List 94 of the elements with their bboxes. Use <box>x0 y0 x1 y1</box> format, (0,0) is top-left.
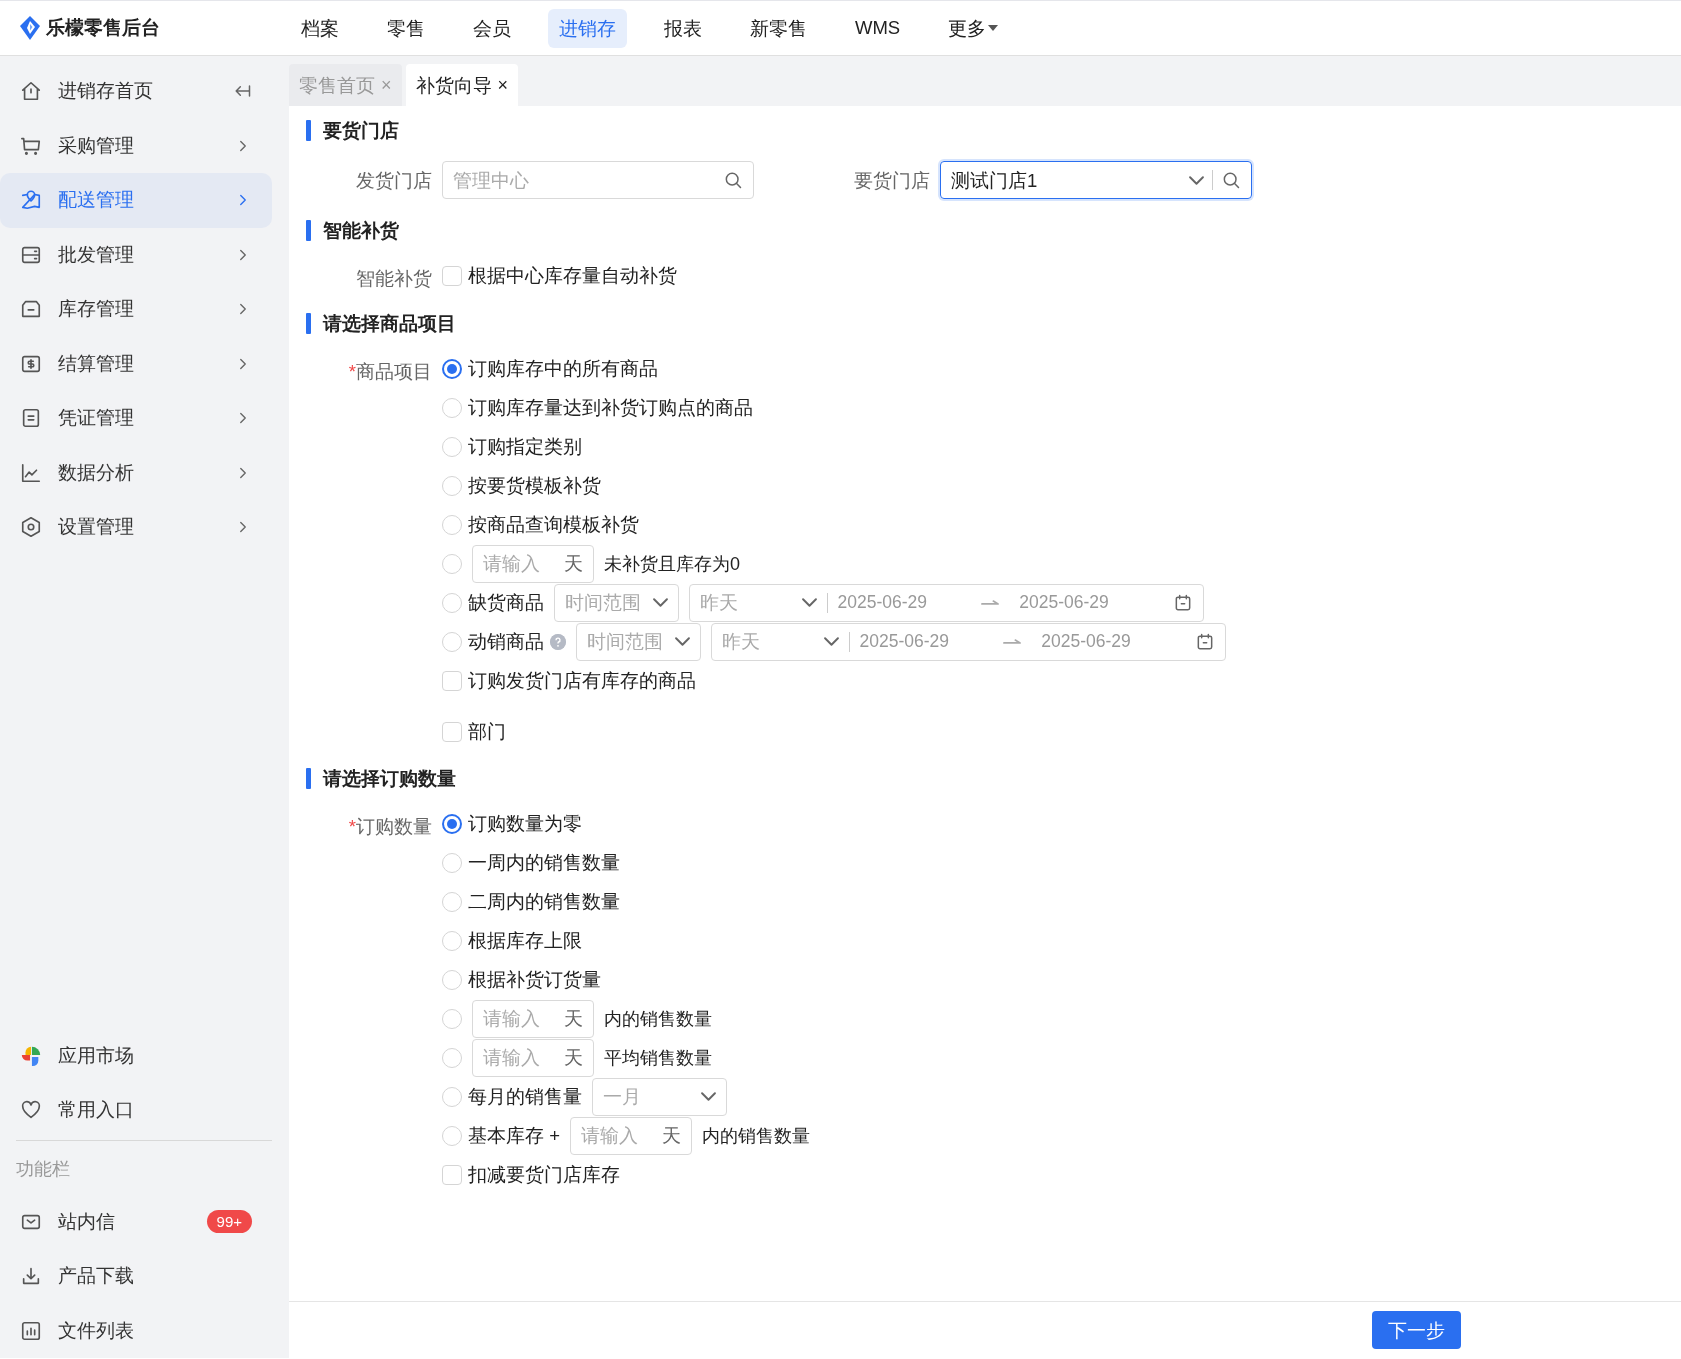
map-pin-icon <box>20 189 42 212</box>
radio-button[interactable] <box>442 358 462 379</box>
chevron-down-icon <box>675 637 690 646</box>
sidebar-item[interactable]: 采购管理 <box>0 118 272 173</box>
option-label: 订购发货门店有库存的商品 <box>468 669 696 693</box>
chevron-down-icon <box>653 598 668 607</box>
nav-tab[interactable]: WMS <box>844 8 912 48</box>
option-label: 根据补货订货量 <box>468 968 601 992</box>
chevron-down-icon <box>801 598 817 607</box>
home-icon <box>20 80 42 103</box>
search-icon <box>1221 170 1241 190</box>
document-icon <box>20 407 42 430</box>
help-icon[interactable] <box>550 633 566 650</box>
chevron-down-icon <box>701 1092 716 1101</box>
option-label: 缺货商品 <box>468 591 544 615</box>
field-label: 要货门店 <box>853 168 931 193</box>
nav-tab[interactable]: 零售 <box>376 8 436 48</box>
sidebar-item[interactable]: 数据分析 <box>0 445 272 500</box>
nav-tab[interactable]: 更多 <box>937 8 1010 48</box>
nav-tab[interactable]: 新零售 <box>739 8 818 48</box>
option-label: 动销商品 <box>468 630 544 654</box>
next-button[interactable]: 下一步 <box>1372 1311 1461 1349</box>
option-label: 二周内的销售数量 <box>468 890 620 914</box>
checkbox[interactable] <box>442 721 462 742</box>
nav-tab[interactable]: 会员 <box>462 8 522 48</box>
days-input-field[interactable]: 请输入 天 <box>569 1116 692 1155</box>
section-marker <box>306 312 311 334</box>
section-marker <box>306 119 311 141</box>
chevron-down-icon <box>1189 175 1204 185</box>
count-badge: 99+ <box>206 1210 252 1234</box>
option-label: 订购数量为零 <box>468 812 582 836</box>
sidebar-item[interactable]: 站内信 99+ <box>0 1194 272 1249</box>
option-label: 订购指定类别 <box>468 435 582 459</box>
search-icon <box>723 170 743 190</box>
option-label: 按要货模板补货 <box>468 474 601 498</box>
days-input-field[interactable]: 请输入 天 <box>472 999 594 1038</box>
section-title: 请选择订购数量 <box>323 766 456 791</box>
sidebar-item[interactable]: 进销存首页 <box>0 64 272 119</box>
sidebar-item[interactable]: 配送管理 <box>0 173 272 228</box>
option-label: 扣减要货门店库存 <box>468 1163 620 1187</box>
option-label: 内的销售数量 <box>604 1007 712 1031</box>
option-label: 部门 <box>468 720 506 744</box>
section-title: 请选择商品项目 <box>323 311 456 336</box>
section-title: 智能补货 <box>323 218 399 243</box>
checkbox[interactable] <box>442 265 462 286</box>
field-label: 智能补货 <box>355 267 433 291</box>
sidebar-item[interactable]: 凭证管理 <box>0 391 272 446</box>
select-field[interactable]: 测试门店1 <box>940 161 1252 199</box>
section-marker <box>306 767 311 789</box>
option-label: 平均销售数量 <box>604 1046 712 1070</box>
sidebar-item[interactable]: 批发管理 <box>0 227 272 282</box>
calendar-icon <box>1173 592 1193 613</box>
app-title: 乐檬零售后台 <box>46 16 160 40</box>
pinwheel-icon <box>20 1044 42 1067</box>
option-label: 内的销售数量 <box>701 1124 810 1148</box>
close-tab-button[interactable]: × <box>497 74 509 96</box>
sidebar-item[interactable]: 常用入口 <box>0 1083 272 1138</box>
section-marker <box>306 219 311 241</box>
nav-tab[interactable]: 报表 <box>653 8 713 48</box>
field-label: *商品项目 <box>347 360 433 384</box>
caret-icon <box>988 25 999 31</box>
option-label: 每月的销售量 <box>468 1085 582 1109</box>
checkbox[interactable] <box>442 670 462 691</box>
section-title: 要货门店 <box>323 118 399 143</box>
field-label: *订购数量 <box>347 815 433 839</box>
nav-tab[interactable]: 进销存 <box>548 8 627 48</box>
option-label: 基本库存 + <box>468 1124 560 1148</box>
hexagon-icon <box>20 516 42 539</box>
calendar-icon <box>1195 631 1215 652</box>
checkbox[interactable] <box>442 1164 462 1185</box>
option-label: 根据中心库存量自动补货 <box>468 264 677 288</box>
option-label: 按商品查询模板补货 <box>468 513 639 537</box>
line-chart-icon <box>20 461 42 484</box>
option-label: 一周内的销售数量 <box>468 851 620 875</box>
sidebar-section-label: 功能栏 <box>15 1157 71 1181</box>
option-label: 订购库存量达到补货订购点的商品 <box>468 396 753 420</box>
option-label: 根据库存上限 <box>468 929 582 953</box>
nav-tab[interactable]: 档案 <box>290 8 350 48</box>
days-input-field[interactable]: 请输入 天 <box>472 544 594 583</box>
sidebar-item[interactable]: 应用市场 <box>0 1028 272 1083</box>
sidebar-item[interactable]: 结算管理 <box>0 336 272 391</box>
days-input-field[interactable]: 请输入 天 <box>472 1038 594 1077</box>
logo-icon <box>20 16 40 40</box>
sidebar-item[interactable]: 设置管理 <box>0 500 272 555</box>
bar-chart-icon <box>20 1319 42 1342</box>
page-tab[interactable]: 补货向导 × <box>405 64 519 106</box>
sidebar-item[interactable]: 文件列表 <box>0 1303 272 1358</box>
field-label: 发货门店 <box>355 168 433 193</box>
sidebar-item[interactable]: 库存管理 <box>0 282 272 337</box>
option-label: 未补货且库存为0 <box>604 552 740 576</box>
option-label: 订购库存中的所有商品 <box>468 357 658 381</box>
radio-button[interactable] <box>442 813 462 834</box>
sidebar-item[interactable]: 产品下载 <box>0 1249 272 1304</box>
chevron-down-icon <box>823 637 839 646</box>
